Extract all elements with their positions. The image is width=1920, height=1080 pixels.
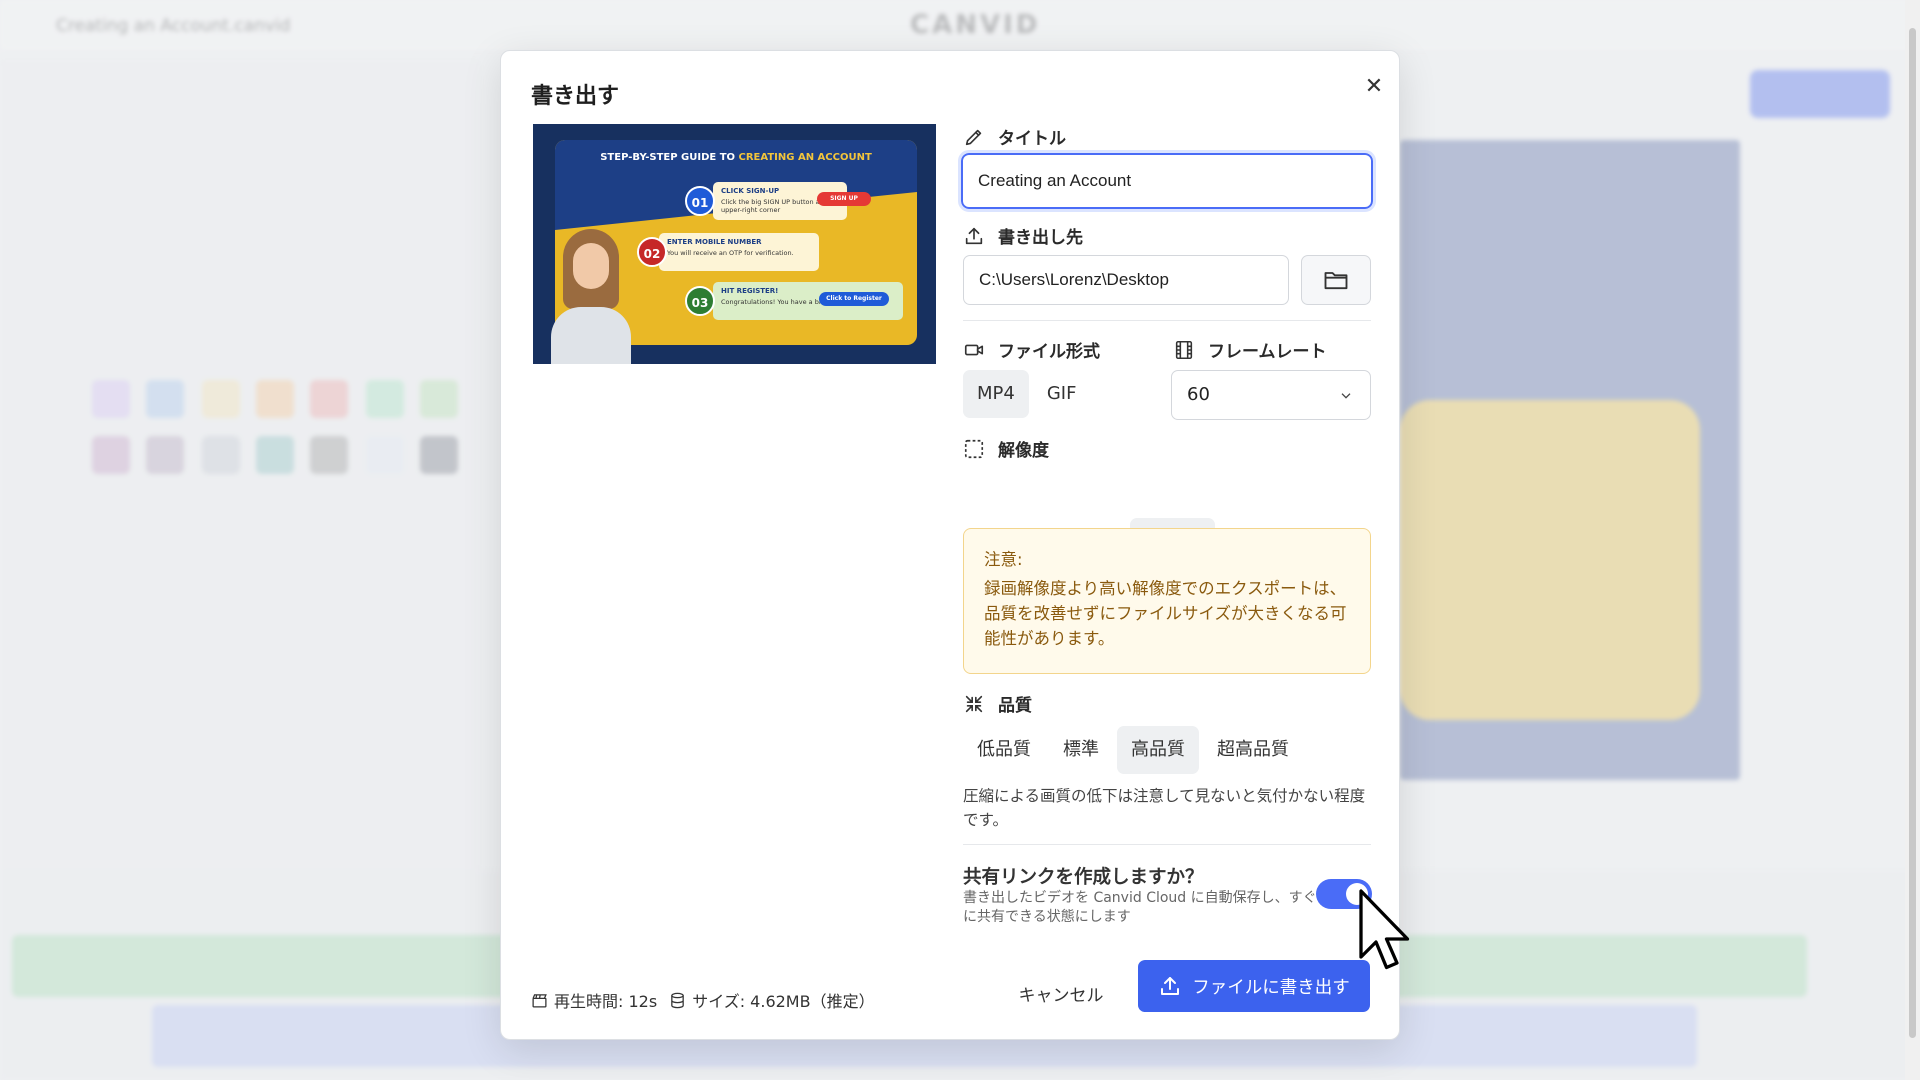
export-to-file-button[interactable]: ファイルに書き出す bbox=[1138, 960, 1370, 1012]
thumbnail-headline: STEP-BY-STEP GUIDE TO CREATING AN ACCOUN… bbox=[600, 152, 872, 163]
destination-label: 書き出し先 bbox=[998, 228, 1083, 248]
compress-icon bbox=[963, 693, 985, 715]
notice-title: 注意: bbox=[984, 550, 1023, 569]
divider bbox=[963, 844, 1371, 845]
presenter-image bbox=[551, 229, 631, 364]
share-link-title: 共有リンクを作成しますか？ bbox=[963, 867, 1204, 888]
quality-option-ultra[interactable]: 超高品質 bbox=[1203, 726, 1303, 774]
export-button-label: ファイルに書き出す bbox=[1192, 977, 1350, 998]
quality-label-row: 品質 bbox=[963, 691, 1032, 716]
quality-description: 圧縮による画質の低下は注意して見ないと気付かない程度です。 bbox=[963, 787, 1366, 829]
video-thumbnail: STEP-BY-STEP GUIDE TO CREATING AN ACCOUN… bbox=[533, 124, 936, 364]
close-button[interactable]: ✕ bbox=[1359, 72, 1389, 102]
database-icon bbox=[671, 992, 684, 1008]
folder-icon bbox=[1324, 272, 1348, 290]
format-label-row: ファイル形式 bbox=[963, 337, 1100, 362]
duration-text: 再生時間: 12s bbox=[554, 992, 658, 1011]
chevron-down-icon bbox=[1338, 371, 1354, 439]
notice-text: 録画解像度より高い解像度でのエクスポートは、品質を改善せずにファイルサイズが大き… bbox=[984, 579, 1347, 648]
close-icon: ✕ bbox=[1364, 74, 1384, 99]
step-pill-3: Click to Register bbox=[819, 292, 889, 306]
pencil-icon bbox=[963, 126, 985, 148]
step-number-3: 03 bbox=[685, 286, 715, 316]
format-label: ファイル形式 bbox=[998, 342, 1100, 362]
mouse-cursor-icon bbox=[1359, 889, 1410, 970]
quality-option-low[interactable]: 低品質 bbox=[963, 726, 1045, 774]
format-selector: MP4 GIF bbox=[963, 370, 1090, 418]
resolution-label: 解像度 bbox=[998, 441, 1049, 461]
size-text: サイズ: 4.62MB（推定） bbox=[692, 992, 875, 1011]
title-label: タイトル bbox=[998, 129, 1066, 149]
export-dialog: 書き出す ✕ STEP-BY-STEP GUIDE TO CREATING AN… bbox=[500, 50, 1400, 1040]
format-option-mp4[interactable]: MP4 bbox=[963, 370, 1029, 418]
window-scrollbar[interactable] bbox=[1905, 0, 1920, 1080]
format-option-gif[interactable]: GIF bbox=[1033, 370, 1091, 418]
quality-selector: 低品質 標準 高品質 超高品質 bbox=[963, 726, 1303, 774]
cancel-button[interactable]: キャンセル bbox=[1001, 971, 1121, 1021]
step-number-1: 01 bbox=[685, 186, 715, 216]
quality-label: 品質 bbox=[998, 696, 1032, 716]
video-camera-icon bbox=[963, 339, 985, 361]
divider bbox=[963, 320, 1371, 321]
quality-option-standard[interactable]: 標準 bbox=[1049, 726, 1113, 774]
title-input[interactable] bbox=[958, 150, 1376, 212]
step-pill-1: SIGN UP bbox=[817, 192, 871, 206]
clapperboard-icon bbox=[532, 993, 547, 1008]
upload-icon bbox=[1161, 977, 1180, 995]
upload-icon bbox=[963, 225, 985, 247]
framerate-label: フレームレート bbox=[1208, 342, 1327, 362]
thumbnail-step-2: ENTER MOBILE NUMBER You will receive an O… bbox=[659, 233, 819, 271]
framerate-value: 60 bbox=[1187, 384, 1210, 405]
step-number-2: 02 bbox=[637, 237, 667, 267]
dialog-title: 書き出す bbox=[531, 84, 620, 109]
resolution-frame-icon bbox=[963, 438, 985, 460]
browse-folder-button[interactable] bbox=[1301, 255, 1371, 305]
resolution-notice: 注意: 録画解像度より高い解像度でのエクスポートは、品質を改善せずにファイルサイ… bbox=[963, 528, 1371, 674]
share-link-description: 書き出したビデオを Canvid Cloud に自動保存し、すぐに共有できる状態… bbox=[963, 890, 1317, 925]
quality-option-high[interactable]: 高品質 bbox=[1117, 726, 1199, 774]
destination-path-input[interactable] bbox=[963, 255, 1289, 305]
film-icon bbox=[1173, 339, 1195, 361]
framerate-label-row: フレームレート bbox=[1173, 337, 1327, 362]
framerate-select[interactable]: 60 bbox=[1171, 370, 1371, 420]
export-info: 再生時間: 12s サイズ: 4.62MB（推定） bbox=[531, 988, 875, 1012]
resolution-label-row: 解像度 bbox=[963, 436, 1049, 461]
title-label-row: タイトル bbox=[963, 124, 1066, 149]
destination-label-row: 書き出し先 bbox=[963, 223, 1083, 248]
